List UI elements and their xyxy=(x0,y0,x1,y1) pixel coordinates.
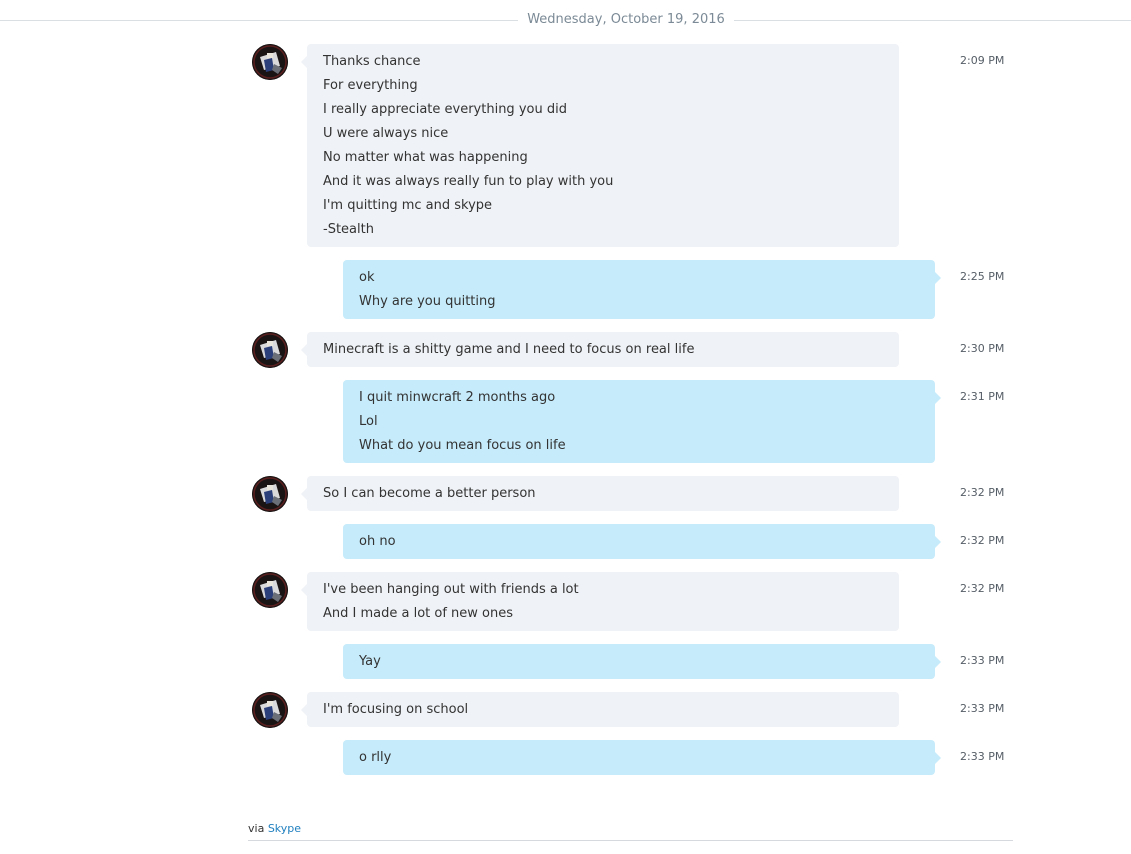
footer-divider xyxy=(248,840,1013,841)
incoming-message-bubble[interactable]: So I can become a better person xyxy=(301,476,899,511)
message-timestamp: 2:09 PM xyxy=(960,54,1005,67)
message-text: Minecraft is a shitty game and I need to… xyxy=(323,342,695,357)
message-timestamp: 2:33 PM xyxy=(960,750,1005,763)
message-timestamp: 2:32 PM xyxy=(960,534,1005,547)
message-timestamp: 2:30 PM xyxy=(960,342,1005,355)
message-text: For everything xyxy=(323,78,418,93)
message-timestamp: 2:32 PM xyxy=(960,582,1005,595)
date-divider-line-right xyxy=(734,20,1131,21)
date-divider-label: Wednesday, October 19, 2016 xyxy=(527,12,725,27)
message-text: So I can become a better person xyxy=(323,486,536,501)
outgoing-message-bubble[interactable]: I quit minwcraft 2 months ago Lol What do … xyxy=(343,380,941,463)
message-text: I'm focusing on school xyxy=(323,702,469,717)
contact-avatar-icon[interactable] xyxy=(252,332,288,368)
message-timestamp: 2:31 PM xyxy=(960,390,1005,403)
message-timestamp: 2:33 PM xyxy=(960,702,1005,715)
message-text: Yay xyxy=(359,654,381,669)
incoming-message-bubble[interactable]: Thanks chance For everything I really appr… xyxy=(301,44,899,247)
footer: via Skype xyxy=(248,822,301,835)
message-text: And I made a lot of new ones xyxy=(323,606,514,621)
contact-avatar-icon[interactable] xyxy=(252,476,288,512)
message-timestamp: 2:25 PM xyxy=(960,270,1005,283)
message-timestamp: 2:32 PM xyxy=(960,486,1005,499)
message-text: What do you mean focus on life xyxy=(359,438,566,453)
outgoing-message-bubble[interactable]: ok Why are you quitting xyxy=(343,260,941,319)
message-text: I'm quitting mc and skype xyxy=(323,198,493,213)
message-text: o rlly xyxy=(359,750,392,765)
incoming-message-bubble[interactable]: I've been hanging out with friends a lot… xyxy=(301,572,899,631)
message-text: -Stealth xyxy=(323,222,374,237)
message-text: I quit minwcraft 2 months ago xyxy=(359,390,556,405)
incoming-message-bubble[interactable]: I'm focusing on school xyxy=(301,692,899,727)
outgoing-message-bubble[interactable]: Yay xyxy=(343,644,941,679)
contact-avatar-icon[interactable] xyxy=(252,692,288,728)
message-text: And it was always really fun to play wit… xyxy=(323,174,614,189)
incoming-message-bubble[interactable]: Minecraft is a shitty game and I need to… xyxy=(301,332,899,367)
message-text: U were always nice xyxy=(323,126,449,141)
message-text: oh no xyxy=(359,534,396,549)
outgoing-message-bubble[interactable]: o rlly xyxy=(343,740,941,775)
contact-avatar-icon[interactable] xyxy=(252,44,288,80)
message-text: I really appreciate everything you did xyxy=(323,102,567,117)
message-text: No matter what was happening xyxy=(323,150,528,165)
footer-via-label: via xyxy=(248,822,265,835)
message-text: Thanks chance xyxy=(323,54,421,69)
message-text: ok xyxy=(359,270,375,285)
contact-avatar-icon[interactable] xyxy=(252,572,288,608)
message-text: I've been hanging out with friends a lot xyxy=(323,582,579,597)
message-text: Lol xyxy=(359,414,378,429)
date-divider-line-left xyxy=(0,20,518,21)
message-text: Why are you quitting xyxy=(359,294,496,309)
skype-link[interactable]: Skype xyxy=(268,822,301,835)
date-divider: Wednesday, October 19, 2016 xyxy=(0,8,1131,34)
outgoing-message-bubble[interactable]: oh no xyxy=(343,524,941,559)
message-timestamp: 2:33 PM xyxy=(960,654,1005,667)
